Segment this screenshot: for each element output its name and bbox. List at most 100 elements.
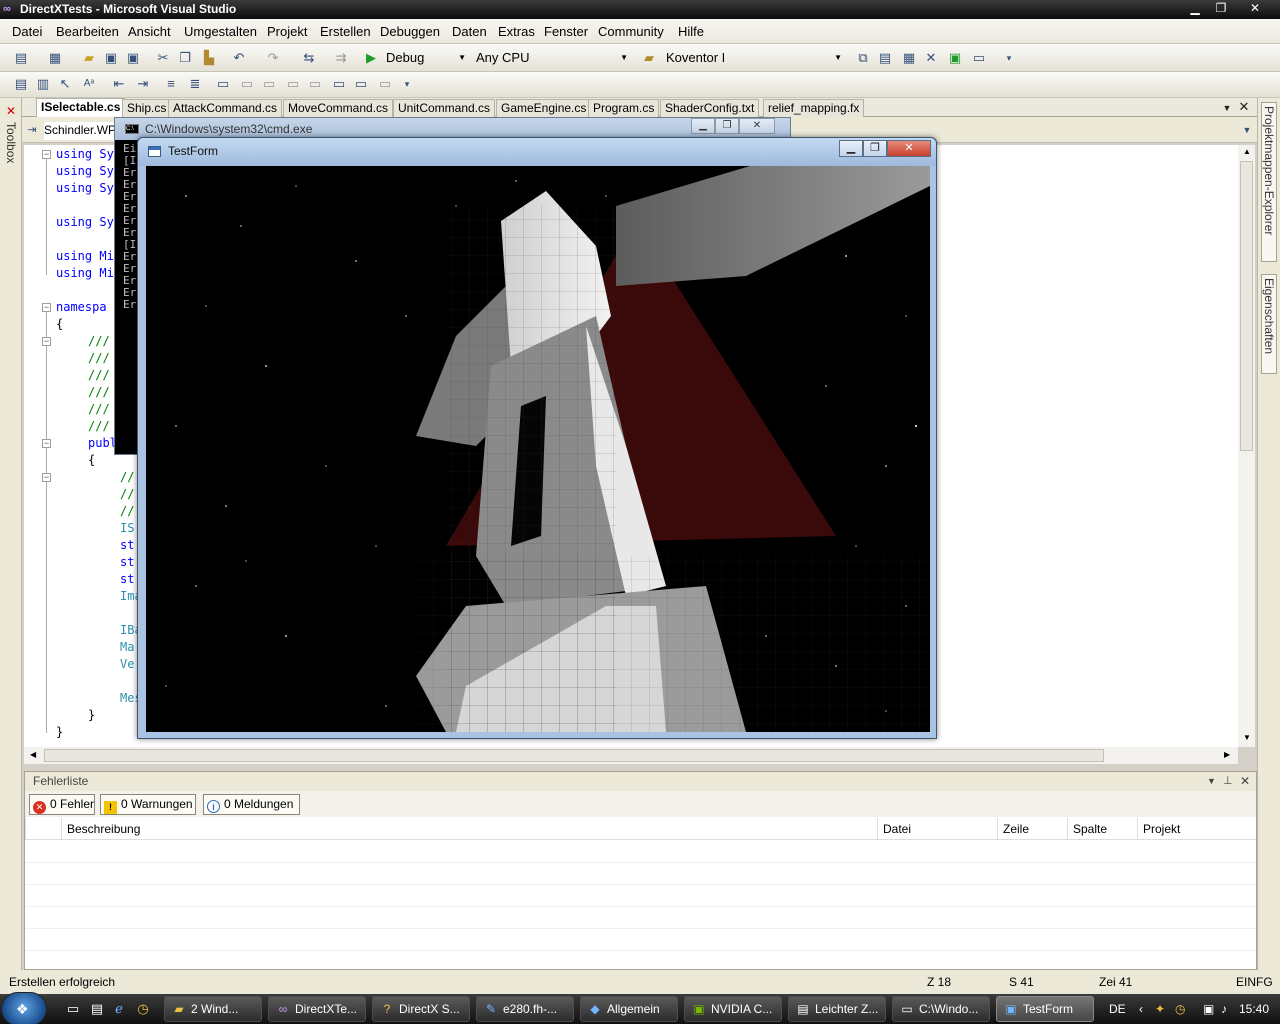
menu-debuggen[interactable]: Debuggen xyxy=(380,24,440,39)
collapse-icon[interactable]: − xyxy=(42,303,51,312)
column-header-project[interactable]: Projekt xyxy=(1137,818,1257,840)
start-button[interactable]: ❖ xyxy=(1,992,47,1024)
quicklaunch-app-icon[interactable]: ◷ xyxy=(134,1000,152,1018)
taskbar-item-visual-studio[interactable]: ∞ DirectXTe... xyxy=(268,996,366,1022)
open-folder-icon[interactable]: ▰ xyxy=(80,49,98,67)
menu-datei[interactable]: Datei xyxy=(12,24,42,39)
tab-shaderconfig[interactable]: ShaderConfig.txt xyxy=(660,99,760,117)
menu-ansicht[interactable]: Ansicht xyxy=(128,24,171,39)
next-bookmark-icon[interactable]: ▭ xyxy=(260,75,278,93)
toggle-bookmark-icon[interactable]: ▭ xyxy=(214,75,232,93)
menu-erstellen[interactable]: Erstellen xyxy=(320,24,371,39)
collapse-icon[interactable]: − xyxy=(42,337,51,346)
language-indicator[interactable]: DE xyxy=(1109,994,1126,1024)
taskbar-item-explorer[interactable]: ▰ 2 Wind... xyxy=(164,996,262,1022)
toolbox-pin-icon[interactable]: ✕ xyxy=(2,102,20,120)
previous-bookmark-icon[interactable]: ▭ xyxy=(238,75,256,93)
menu-bearbeiten[interactable]: Bearbeiten xyxy=(56,24,119,39)
properties-tab[interactable]: Eigenschaften xyxy=(1261,274,1277,374)
command-window-icon[interactable]: ▭ xyxy=(970,49,988,67)
parameter-info-icon[interactable]: ▥ xyxy=(34,75,52,93)
taskbar-item-allgemein[interactable]: ◆ Allgemein xyxy=(580,996,678,1022)
find-in-files-icon[interactable]: ▰ xyxy=(640,49,658,67)
tab-ship[interactable]: Ship.cs xyxy=(122,99,172,117)
paste-icon[interactable]: ▙ xyxy=(200,49,218,67)
maximize-button[interactable]: ❐ xyxy=(1210,1,1232,17)
minimize-button[interactable]: ▁ xyxy=(1184,1,1206,17)
complete-word-icon[interactable]: Aᵃ xyxy=(80,75,98,93)
clear-bookmarks-icon[interactable]: ▭ xyxy=(376,75,394,93)
testform-minimize-button[interactable]: ▁ xyxy=(839,140,863,157)
taskbar-item-e280[interactable]: ✎ e280.fh-... xyxy=(476,996,574,1022)
render-viewport[interactable] xyxy=(146,166,930,732)
navigate-backward-icon[interactable]: ⇆ xyxy=(300,49,318,67)
column-header-icon[interactable] xyxy=(25,818,61,840)
new-project-icon[interactable]: ▤ xyxy=(12,49,30,67)
display-object-member-list-icon[interactable]: ▤ xyxy=(12,75,30,93)
scroll-down-icon[interactable]: ▼ xyxy=(1243,733,1251,742)
members-combo-chevron-icon[interactable]: ▼ xyxy=(1238,121,1256,139)
navigate-forward-icon[interactable]: ⇉ xyxy=(332,49,350,67)
column-header-line[interactable]: Zeile xyxy=(997,818,1067,840)
redo-icon[interactable]: ↷ xyxy=(264,49,282,67)
start-debugging-icon[interactable]: ▶ xyxy=(362,49,380,67)
properties-icon[interactable]: ▤ xyxy=(876,49,894,67)
horizontal-scrollbar[interactable]: ◀ ▶ xyxy=(24,747,1238,764)
find-combo[interactable]: Koventor I ▼ xyxy=(662,48,846,67)
tab-attackcommand[interactable]: AttackCommand.cs xyxy=(168,99,283,117)
scrollbar-thumb[interactable] xyxy=(1240,161,1253,451)
testform-window[interactable]: TestForm ▁ ❐ ✕ xyxy=(137,137,937,739)
errors-filter-button[interactable]: ✕ 0 Fehler xyxy=(29,794,95,815)
show-desktop-icon[interactable]: ▭ xyxy=(64,1000,82,1018)
previous-bookmark-doc-icon[interactable]: ▭ xyxy=(330,75,348,93)
tray-app-icon[interactable]: ✦ xyxy=(1155,994,1165,1024)
testform-close-button[interactable]: ✕ xyxy=(887,140,931,157)
scroll-right-icon[interactable]: ▶ xyxy=(1224,750,1230,759)
object-browser-icon[interactable]: ▦ xyxy=(900,49,918,67)
pin-icon[interactable]: ⊥ xyxy=(1223,772,1233,790)
next-bookmark-folder-icon[interactable]: ▭ xyxy=(306,75,324,93)
close-button[interactable]: ✕ xyxy=(1244,1,1266,17)
tab-program[interactable]: Program.cs xyxy=(588,99,660,117)
quick-info-icon[interactable]: ↖ xyxy=(56,75,74,93)
messages-filter-button[interactable]: i0 Meldungen xyxy=(203,794,300,815)
scroll-left-icon[interactable]: ◀ xyxy=(30,750,36,759)
menu-daten[interactable]: Daten xyxy=(452,24,487,39)
copy-icon[interactable]: ❐ xyxy=(176,49,194,67)
tray-clock-app-icon[interactable]: ◷ xyxy=(1175,994,1185,1024)
platform-combo[interactable]: Any CPU ▼ xyxy=(472,48,632,67)
save-icon[interactable]: ▣ xyxy=(102,49,120,67)
collapse-icon[interactable]: − xyxy=(42,473,51,482)
volume-icon[interactable]: ♪ xyxy=(1221,994,1227,1024)
collapse-icon[interactable]: − xyxy=(42,150,51,159)
increase-indent-icon[interactable]: ⇥ xyxy=(134,75,152,93)
warnings-filter-button[interactable]: ! 0 Warnungen xyxy=(100,794,196,815)
tab-movecommand[interactable]: MoveCommand.cs xyxy=(283,99,394,117)
title-bar[interactable]: ∞ DirectXTests - Microsoft Visual Studio… xyxy=(0,0,1280,19)
previous-bookmark-folder-icon[interactable]: ▭ xyxy=(284,75,302,93)
start-page-icon[interactable]: ▣ xyxy=(946,49,964,67)
show-hidden-icons-icon[interactable]: ‹ xyxy=(1139,994,1143,1024)
toolbox-icon[interactable]: ✕ xyxy=(922,49,940,67)
taskbar-item-cmd[interactable]: ▭ C:\Windo... xyxy=(892,996,990,1022)
comment-out-icon[interactable]: ≡ xyxy=(162,75,180,93)
collapse-icon[interactable]: − xyxy=(42,439,51,448)
save-all-icon[interactable]: ▣ xyxy=(124,49,142,67)
solution-explorer-icon[interactable]: ⧉ xyxy=(854,49,872,67)
tab-iselectable[interactable]: ISelectable.cs xyxy=(36,98,126,117)
menu-extras[interactable]: Extras xyxy=(498,24,535,39)
menu-fenster[interactable]: Fenster xyxy=(544,24,588,39)
close-document-icon[interactable]: ✕ xyxy=(1235,98,1253,116)
solution-explorer-tab[interactable]: Projektmappen-Explorer xyxy=(1261,102,1277,262)
tab-unitcommand[interactable]: UnitCommand.cs xyxy=(393,99,496,117)
menu-hilfe[interactable]: Hilfe xyxy=(678,24,704,39)
toolbar-options-icon[interactable]: ▾ xyxy=(398,75,416,93)
window-position-icon[interactable]: ▼ xyxy=(1207,772,1216,790)
menu-community[interactable]: Community xyxy=(598,24,664,39)
tab-gameengine[interactable]: GameEngine.cs xyxy=(496,99,592,117)
decrease-indent-icon[interactable]: ⇤ xyxy=(110,75,128,93)
network-icon[interactable]: ▣ xyxy=(1203,994,1214,1024)
internet-explorer-icon[interactable]: ℯ xyxy=(110,1000,128,1018)
testform-maximize-button[interactable]: ❐ xyxy=(863,140,887,157)
column-header-file[interactable]: Datei xyxy=(877,818,997,840)
